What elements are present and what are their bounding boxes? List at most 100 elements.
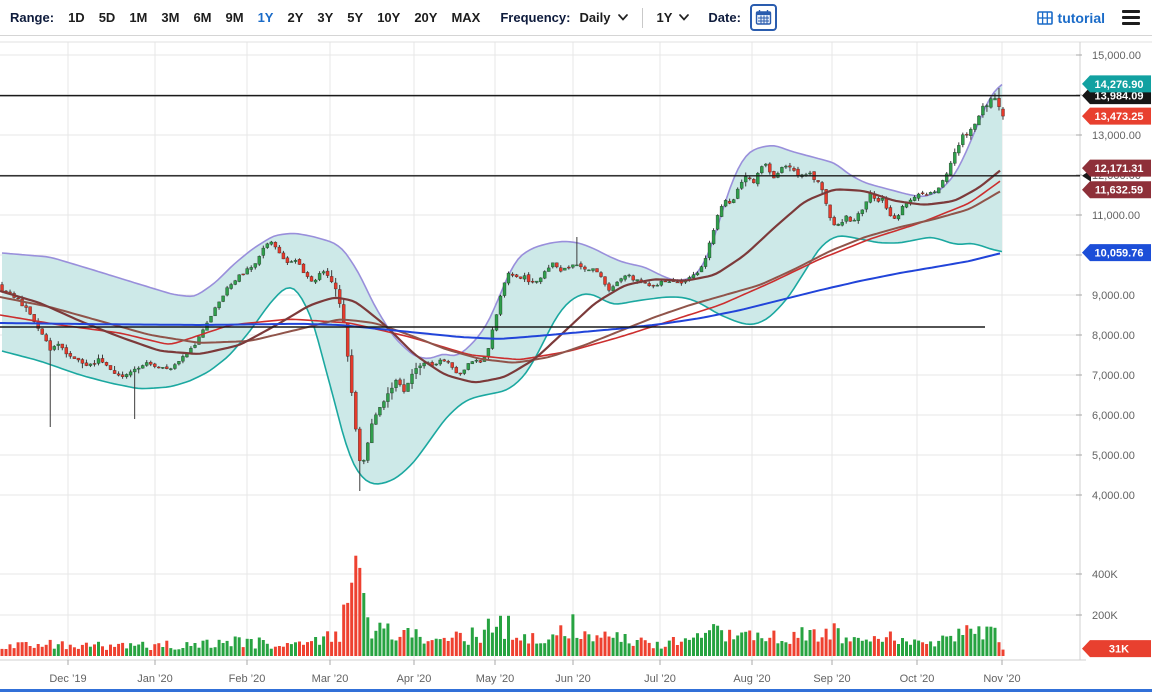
- candle-body: [752, 179, 755, 183]
- candle-body: [583, 267, 586, 269]
- volume-bar: [45, 645, 48, 656]
- frequency-dropdown[interactable]: Daily: [579, 10, 627, 25]
- volume-bar: [865, 640, 868, 656]
- volume-bar: [969, 629, 972, 656]
- candle-body: [173, 365, 176, 369]
- candle-body: [877, 198, 880, 201]
- volume-bar: [222, 643, 225, 656]
- candle-body: [185, 354, 188, 357]
- volume-bar: [885, 637, 888, 656]
- range-option-1d[interactable]: 1D: [68, 10, 85, 25]
- candle-body: [210, 316, 213, 322]
- volume-bar: [242, 647, 245, 656]
- candle-body: [664, 281, 667, 282]
- candle-body: [953, 152, 956, 163]
- candle-body: [246, 269, 249, 275]
- candle-body: [157, 367, 160, 368]
- candle-body: [181, 356, 184, 361]
- chevron-down-icon: [679, 14, 689, 21]
- range-option-6m[interactable]: 6M: [193, 10, 211, 25]
- volume-bar: [198, 648, 201, 656]
- volume-bar: [600, 638, 603, 656]
- candle-body: [523, 276, 526, 280]
- volume-bar: [511, 640, 514, 656]
- candle-body: [93, 363, 96, 364]
- volume-bar: [676, 645, 679, 656]
- volume-bar: [471, 628, 474, 657]
- period-dropdown[interactable]: 1Y: [657, 10, 690, 25]
- volume-bar: [998, 642, 1001, 656]
- volume-bar: [33, 648, 36, 656]
- volume-axis-label: 200K: [1092, 610, 1118, 622]
- volume-bar: [29, 646, 32, 656]
- volume-bar: [587, 634, 590, 656]
- volume-bar: [616, 632, 619, 656]
- candle-body: [153, 364, 156, 367]
- chart-canvas[interactable]: 15,000.0014,000.0013,000.0012,000.0011,0…: [0, 36, 1152, 694]
- candle-body: [917, 194, 920, 198]
- volume-bar: [65, 649, 68, 656]
- range-option-10y[interactable]: 10Y: [377, 10, 400, 25]
- volume-bar: [559, 625, 562, 656]
- volume-bar: [817, 642, 820, 656]
- candle-body: [262, 248, 265, 255]
- candle-body: [338, 290, 341, 304]
- candle-body: [809, 173, 812, 174]
- range-option-5y[interactable]: 5Y: [347, 10, 363, 25]
- volume-bar: [640, 638, 643, 656]
- price-axis-label: 11,000.00: [1092, 210, 1140, 222]
- tutorial-link[interactable]: tutorial: [1037, 10, 1105, 26]
- volume-bar: [571, 614, 574, 656]
- timeline-scrollbar[interactable]: [0, 689, 1152, 692]
- candle-body: [543, 272, 546, 279]
- price-axis-label: 13,000.00: [1092, 130, 1141, 142]
- candle-body: [507, 273, 510, 283]
- candle-body: [101, 358, 104, 362]
- volume-bar: [933, 646, 936, 656]
- range-option-max[interactable]: MAX: [451, 10, 480, 25]
- volume-bar: [821, 637, 824, 656]
- volume-bar: [318, 645, 321, 656]
- candle-body: [587, 270, 590, 271]
- volume-bar: [696, 633, 699, 656]
- candle-body: [85, 363, 88, 366]
- candle-body: [861, 210, 864, 214]
- candle-body: [644, 282, 647, 283]
- candle-body: [499, 296, 502, 314]
- range-option-3y[interactable]: 3Y: [317, 10, 333, 25]
- candle-body: [258, 256, 261, 264]
- price-volume-chart[interactable]: 15,000.0014,000.0013,000.0012,000.0011,0…: [0, 36, 1152, 694]
- volume-bar: [929, 641, 932, 656]
- volume-bar: [41, 647, 44, 656]
- candle-body: [893, 216, 896, 219]
- price-badge-label: 10,059.76: [1095, 248, 1144, 260]
- range-option-20y[interactable]: 20Y: [414, 10, 437, 25]
- range-option-3m[interactable]: 3M: [161, 10, 179, 25]
- menu-button[interactable]: [1120, 8, 1142, 27]
- volume-bar: [435, 639, 438, 656]
- candle-body: [65, 348, 68, 354]
- candle-body: [306, 272, 309, 276]
- candle-body: [531, 281, 534, 282]
- candle-body: [515, 275, 518, 277]
- volume-bar: [117, 644, 120, 656]
- volume-bar: [419, 637, 422, 656]
- volume-bar: [776, 643, 779, 656]
- candle-body: [403, 385, 406, 392]
- volume-bar: [330, 642, 333, 656]
- date-picker-button[interactable]: [750, 4, 777, 31]
- range-option-9m[interactable]: 9M: [226, 10, 244, 25]
- volume-bar: [728, 630, 731, 656]
- volume-bar: [354, 556, 357, 656]
- month-axis-label: Aug ’20: [733, 673, 770, 685]
- candle-body: [716, 215, 719, 229]
- candle-body: [973, 124, 976, 130]
- candle-body: [998, 98, 1001, 107]
- range-option-5d[interactable]: 5D: [99, 10, 116, 25]
- candle-body: [656, 285, 659, 286]
- month-axis-label: Dec ’19: [49, 673, 86, 685]
- range-option-1y[interactable]: 1Y: [258, 10, 274, 25]
- volume-bar: [1002, 650, 1005, 656]
- range-option-1m[interactable]: 1M: [129, 10, 147, 25]
- range-option-2y[interactable]: 2Y: [287, 10, 303, 25]
